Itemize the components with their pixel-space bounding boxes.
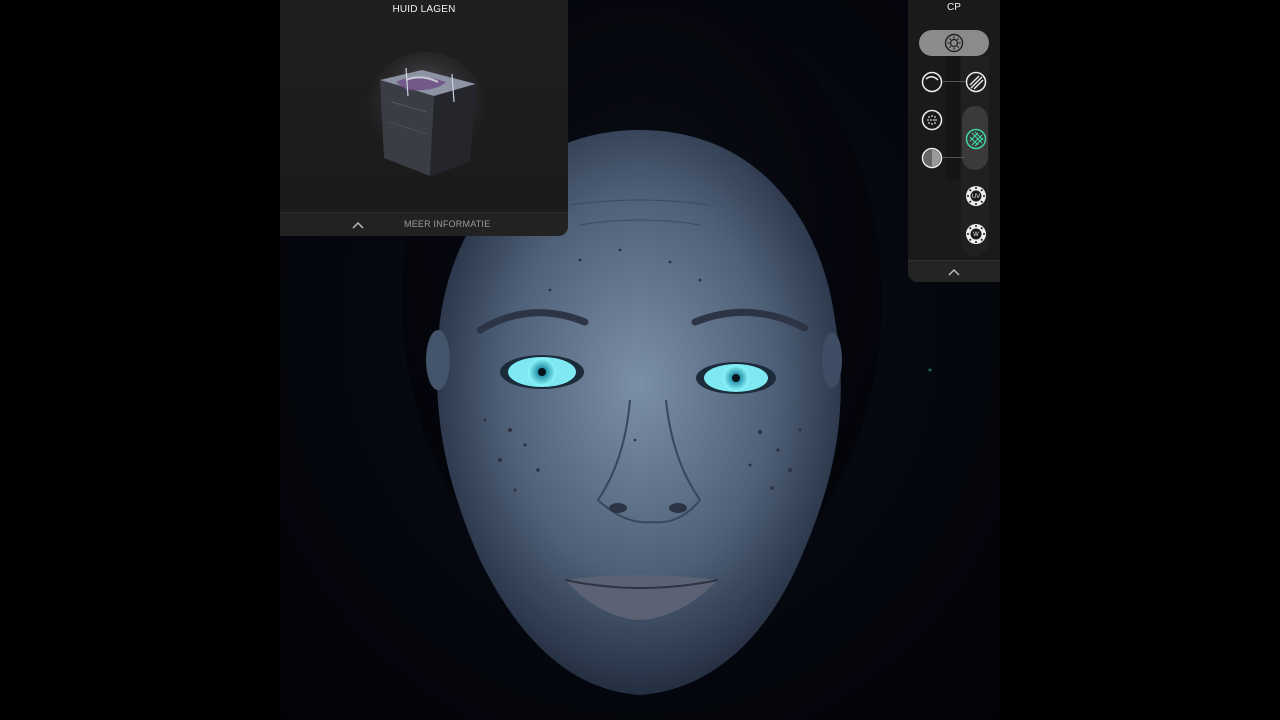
cross-polarized-icon xyxy=(965,128,987,150)
texture-mode-button[interactable] xyxy=(921,71,943,93)
white-light-mode-button[interactable]: W xyxy=(965,223,987,245)
layers-panel-footer: MEER INFORMATIE xyxy=(280,212,568,236)
more-info-link[interactable]: MEER INFORMATIE xyxy=(404,219,490,229)
collapse-panel-button[interactable] xyxy=(346,216,370,234)
w-badge: W xyxy=(973,232,979,238)
sun-icon xyxy=(944,33,964,53)
skin-layers-panel: HUID LAGEN MEER INFORMATIE xyxy=(280,0,568,236)
collapse-mode-panel-button[interactable] xyxy=(942,263,966,281)
connector-line xyxy=(943,157,965,158)
skin-layer-cube-icon[interactable] xyxy=(366,52,486,182)
dots-pattern-icon xyxy=(921,109,943,131)
pores-mode-button[interactable] xyxy=(921,109,943,131)
mode-panel-footer xyxy=(908,260,1000,282)
daylight-mode-button[interactable] xyxy=(943,32,965,54)
cross-polarized-button[interactable] xyxy=(965,128,987,150)
parallel-polarized-button[interactable] xyxy=(965,71,987,93)
panel-title: HUID LAGEN xyxy=(392,4,456,15)
half-circle-texture-icon xyxy=(921,71,943,93)
uv-light-icon: UV xyxy=(966,186,986,206)
left-track xyxy=(946,56,960,180)
half-shaded-circle-icon xyxy=(921,147,943,169)
diagonal-lines-icon xyxy=(965,71,987,93)
uv-badge: UV xyxy=(972,194,980,200)
white-light-icon: W xyxy=(966,224,986,244)
connector-line xyxy=(943,81,965,82)
uv-mode-button[interactable]: UV xyxy=(965,185,987,207)
chevron-up-icon xyxy=(948,268,960,276)
light-mode-panel: CP UV W xyxy=(908,0,1000,282)
chevron-up-icon xyxy=(352,221,364,229)
mode-title: CP xyxy=(947,2,961,13)
shade-mode-button[interactable] xyxy=(921,147,943,169)
